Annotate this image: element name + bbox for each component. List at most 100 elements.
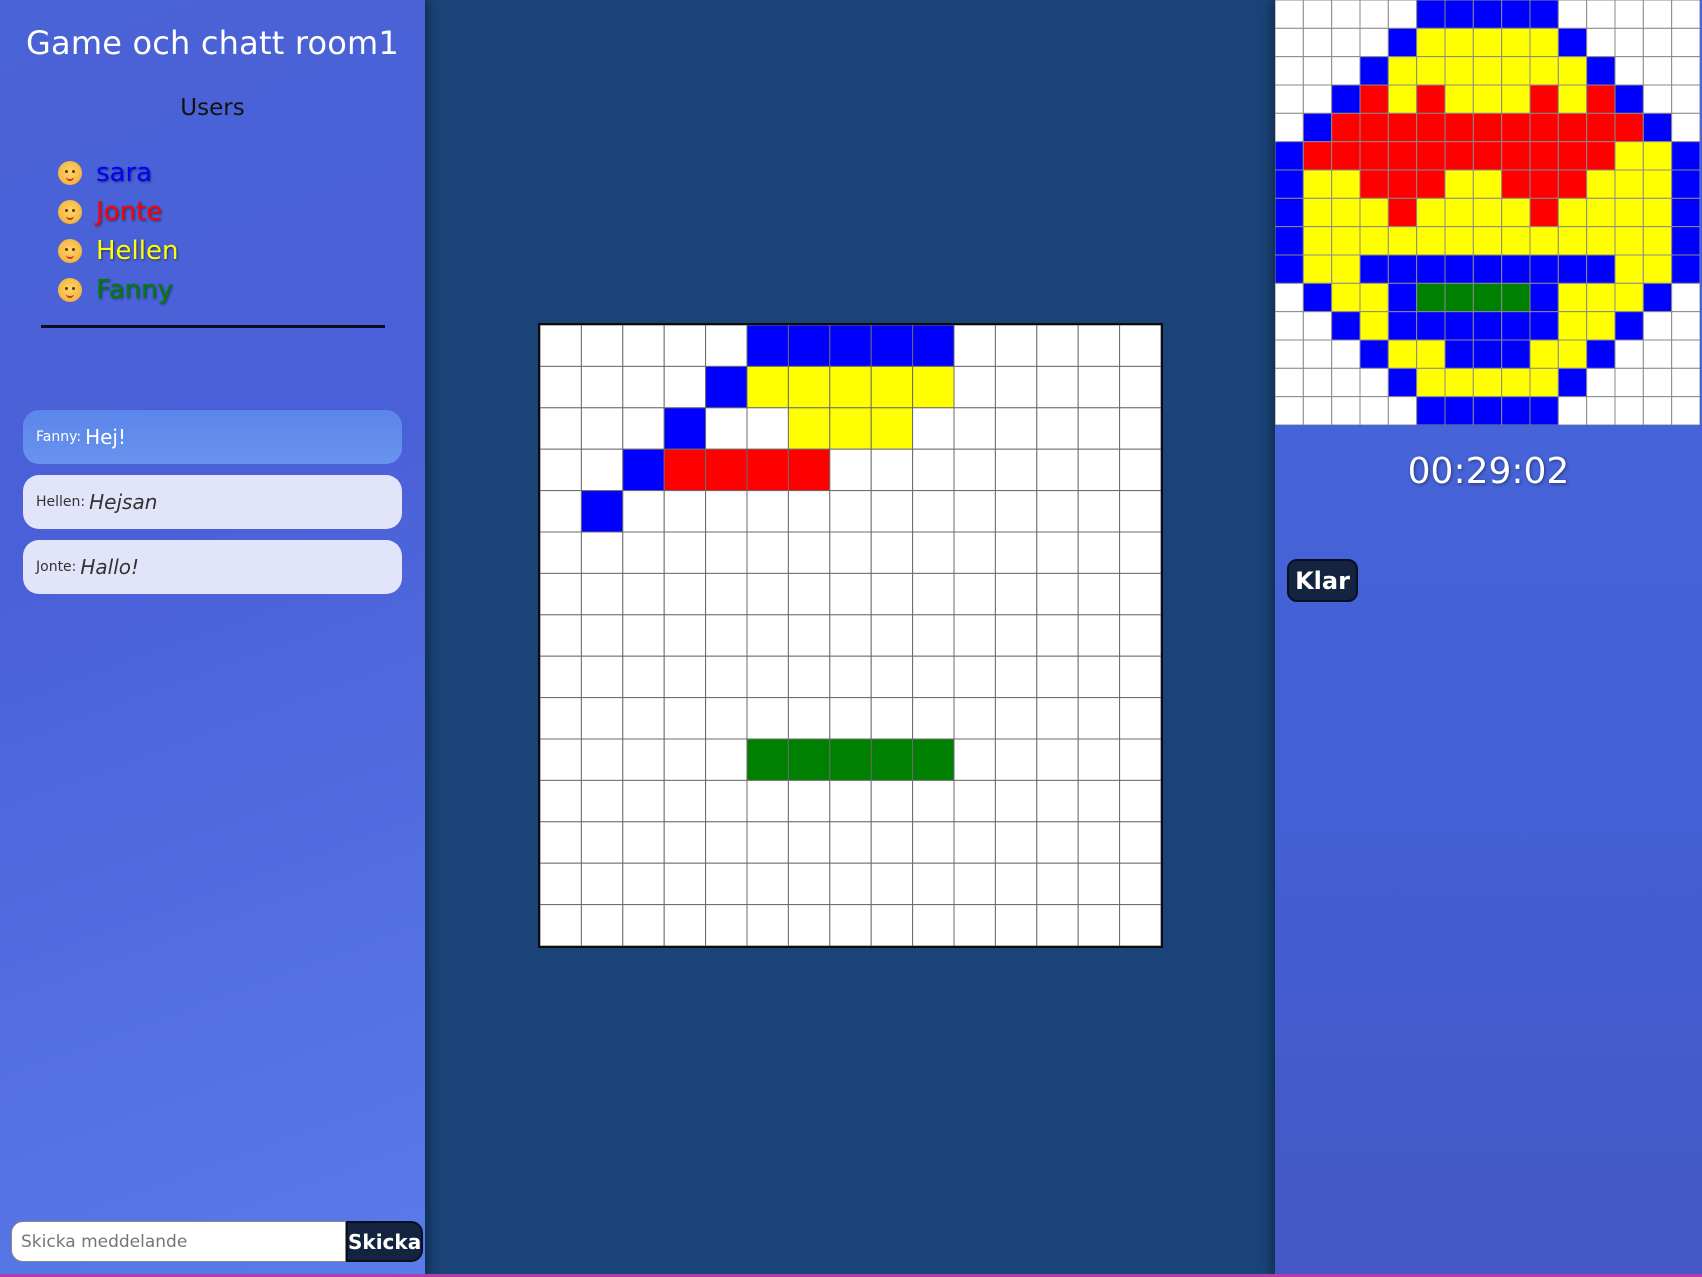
board-cell[interactable] [622,655,665,699]
board-cell[interactable] [746,738,789,781]
board-cell[interactable] [912,407,955,450]
board-cell[interactable] [994,614,1038,657]
board-cell[interactable] [1036,407,1079,450]
board-cell[interactable] [540,365,582,409]
drawing-grid[interactable] [540,325,1161,946]
board-cell[interactable] [912,448,955,492]
board-cell[interactable] [1119,697,1161,740]
board-cell[interactable] [622,490,665,533]
board-cell[interactable] [1119,325,1161,367]
board-cell[interactable] [580,655,624,699]
board-cell[interactable] [663,862,707,906]
board-cell[interactable] [540,448,582,492]
board-cell[interactable] [994,531,1038,574]
board-cell[interactable] [705,614,748,657]
board-cell[interactable] [787,779,831,823]
board-cell[interactable] [829,448,872,492]
board-cell[interactable] [540,862,582,906]
board-cell[interactable] [705,655,748,699]
board-cell[interactable] [953,738,996,781]
board-cell[interactable] [622,821,665,864]
board-cell[interactable] [1119,365,1161,409]
board-cell[interactable] [953,904,996,946]
board-cell[interactable] [663,407,707,450]
board-cell[interactable] [1077,490,1121,533]
board-cell[interactable] [870,325,914,367]
board-cell[interactable] [1036,365,1079,409]
board-cell[interactable] [870,904,914,946]
board-cell[interactable] [663,738,707,781]
board-cell[interactable] [1036,572,1079,616]
board-cell[interactable] [705,738,748,781]
board-cell[interactable] [663,655,707,699]
board-cell[interactable] [829,365,872,409]
board-cell[interactable] [663,821,707,864]
board-cell[interactable] [622,614,665,657]
board-cell[interactable] [870,531,914,574]
board-cell[interactable] [1119,407,1161,450]
board-cell[interactable] [1036,655,1079,699]
board-cell[interactable] [994,821,1038,864]
board-cell[interactable] [994,655,1038,699]
board-cell[interactable] [953,325,996,367]
board-cell[interactable] [1119,738,1161,781]
board-cell[interactable] [663,572,707,616]
board-cell[interactable] [1119,614,1161,657]
board-cell[interactable] [912,655,955,699]
board-cell[interactable] [746,531,789,574]
board-cell[interactable] [787,904,831,946]
board-cell[interactable] [1077,862,1121,906]
board-cell[interactable] [1077,448,1121,492]
board-cell[interactable] [540,655,582,699]
board-cell[interactable] [1077,904,1121,946]
board-cell[interactable] [1119,572,1161,616]
board-cell[interactable] [580,407,624,450]
board-cell[interactable] [787,655,831,699]
board-cell[interactable] [829,697,872,740]
board-cell[interactable] [953,821,996,864]
board-cell[interactable] [994,862,1038,906]
board-cell[interactable] [870,655,914,699]
board-cell[interactable] [787,365,831,409]
board-cell[interactable] [746,614,789,657]
board-cell[interactable] [622,572,665,616]
board-cell[interactable] [912,365,955,409]
board-cell[interactable] [746,325,789,367]
board-cell[interactable] [912,614,955,657]
board-cell[interactable] [622,407,665,450]
board-cell[interactable] [1077,572,1121,616]
board-cell[interactable] [1119,821,1161,864]
board-cell[interactable] [870,862,914,906]
board-cell[interactable] [1077,821,1121,864]
board-cell[interactable] [663,490,707,533]
board-cell[interactable] [1036,448,1079,492]
board-cell[interactable] [1119,904,1161,946]
board-cell[interactable] [540,697,582,740]
board-cell[interactable] [1077,655,1121,699]
board-cell[interactable] [912,738,955,781]
board-cell[interactable] [622,779,665,823]
board-cell[interactable] [663,325,707,367]
board-cell[interactable] [953,365,996,409]
board-cell[interactable] [870,407,914,450]
board-cell[interactable] [580,862,624,906]
board-cell[interactable] [1119,490,1161,533]
board-cell[interactable] [540,325,582,367]
board-cell[interactable] [705,821,748,864]
board-cell[interactable] [705,448,748,492]
board-cell[interactable] [870,738,914,781]
board-cell[interactable] [953,531,996,574]
board-cell[interactable] [540,531,582,574]
board-cell[interactable] [663,614,707,657]
board-cell[interactable] [912,531,955,574]
board-cell[interactable] [663,697,707,740]
board-cell[interactable] [663,448,707,492]
board-cell[interactable] [787,614,831,657]
board-cell[interactable] [953,697,996,740]
board-cell[interactable] [994,490,1038,533]
board-cell[interactable] [1036,325,1079,367]
board-cell[interactable] [1077,779,1121,823]
board-cell[interactable] [705,531,748,574]
board-cell[interactable] [663,904,707,946]
board-cell[interactable] [705,325,748,367]
